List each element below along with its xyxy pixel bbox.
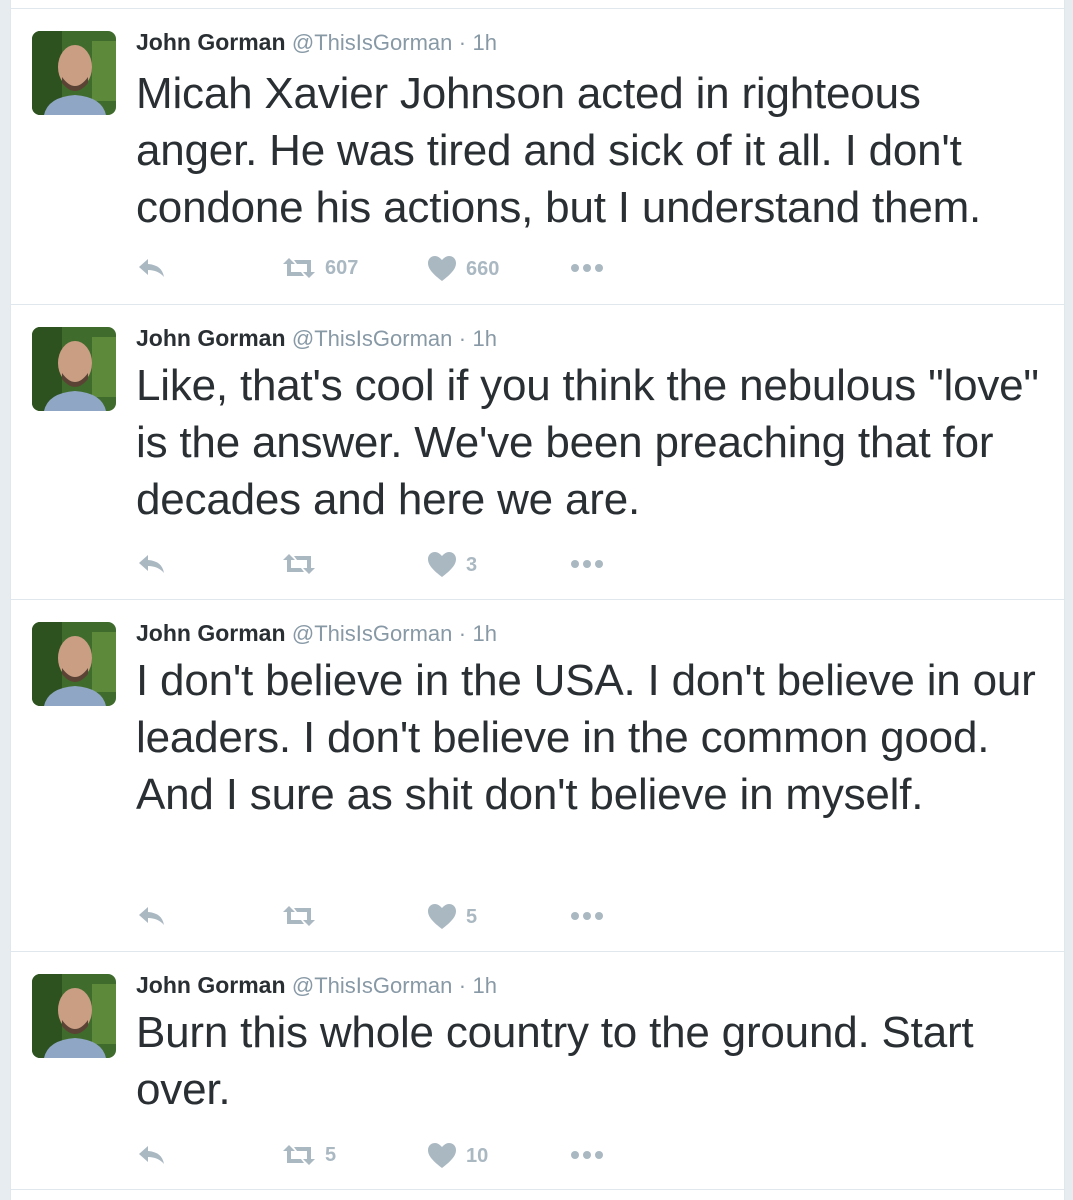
timestamp[interactable]: 1h <box>473 326 497 351</box>
more-options-button[interactable] <box>569 910 605 922</box>
author-name[interactable]: John Gorman <box>136 972 286 998</box>
tweet-text: Burn this whole country to the ground. S… <box>136 1008 974 1114</box>
retweet-icon <box>283 554 315 574</box>
reply-button[interactable] <box>136 552 168 576</box>
like-count: 5 <box>466 905 478 928</box>
reply-button[interactable] <box>136 904 168 928</box>
author-handle[interactable]: @ThisIsGorman <box>292 30 452 55</box>
tweet[interactable]: John Gorman @ThisIsGorman · 1h Like, tha… <box>11 304 1064 599</box>
more-options-icon <box>571 264 603 272</box>
timestamp[interactable]: 1h <box>473 621 497 646</box>
retweet-icon <box>283 1145 315 1165</box>
heart-icon <box>428 256 456 281</box>
tweet-header: John Gorman @ThisIsGorman · 1h <box>136 323 497 354</box>
retweet-icon <box>283 906 315 926</box>
like-button[interactable]: 10 <box>426 1142 488 1170</box>
reply-icon <box>139 1146 164 1164</box>
heart-icon <box>428 1143 456 1168</box>
like-count: 660 <box>466 257 500 280</box>
author-handle[interactable]: @ThisIsGorman <box>292 973 452 998</box>
more-options-button[interactable] <box>569 558 605 570</box>
author-name[interactable]: John Gorman <box>136 620 286 646</box>
more-options-button[interactable] <box>569 262 605 274</box>
author-handle[interactable]: @ThisIsGorman <box>292 621 452 646</box>
tweet[interactable]: John Gorman @ThisIsGorman · 1h I don't b… <box>11 599 1064 951</box>
retweet-button[interactable]: 5 <box>281 1141 336 1169</box>
like-count: 10 <box>466 1144 489 1167</box>
tweet-text: Like, that's cool if you think the nebul… <box>136 361 1039 524</box>
more-options-icon <box>571 560 603 568</box>
tweet-header: John Gorman @ThisIsGorman · 1h <box>136 970 497 1001</box>
author-name[interactable]: John Gorman <box>136 29 286 55</box>
avatar[interactable] <box>32 622 116 706</box>
heart-icon <box>428 552 456 577</box>
avatar[interactable] <box>32 31 116 115</box>
tweet[interactable]: John Gorman @ThisIsGorman · 1h Burn this… <box>11 951 1064 1190</box>
author-handle[interactable]: @ThisIsGorman <box>292 326 452 351</box>
tweet-header: John Gorman @ThisIsGorman · 1h <box>136 27 497 58</box>
more-options-icon <box>571 912 603 920</box>
retweet-count: 607 <box>325 256 359 279</box>
more-options-button[interactable] <box>569 1149 605 1161</box>
like-button[interactable]: 660 <box>426 255 499 283</box>
reply-icon <box>139 259 164 277</box>
retweet-count: 5 <box>325 1143 337 1166</box>
tweet-header: John Gorman @ThisIsGorman · 1h <box>136 618 497 649</box>
timestamp[interactable]: 1h <box>473 973 497 998</box>
author-name[interactable]: John Gorman <box>136 325 286 351</box>
like-button[interactable]: 5 <box>426 903 477 931</box>
timeline: John Gorman @ThisIsGorman · 1h Micah Xav… <box>10 0 1065 1200</box>
avatar[interactable] <box>32 974 116 1058</box>
retweet-button[interactable]: 607 <box>281 254 358 282</box>
reply-button[interactable] <box>136 256 168 280</box>
like-count: 3 <box>466 553 478 576</box>
separator: · <box>458 30 467 55</box>
retweet-icon <box>283 258 315 278</box>
more-options-icon <box>571 1151 603 1159</box>
separator: · <box>458 973 467 998</box>
tweet-text: Micah Xavier Johnson acted in righteous … <box>136 69 982 232</box>
tweet-text: I don't believe in the USA. I don't beli… <box>136 656 1036 819</box>
heart-icon <box>428 904 456 929</box>
retweet-button[interactable] <box>281 902 325 930</box>
reply-button[interactable] <box>136 1143 168 1167</box>
avatar[interactable] <box>32 327 116 411</box>
reply-icon <box>139 555 164 573</box>
retweet-button[interactable] <box>281 550 325 578</box>
separator: · <box>458 326 467 351</box>
timestamp[interactable]: 1h <box>473 30 497 55</box>
like-button[interactable]: 3 <box>426 551 477 579</box>
separator: · <box>458 621 467 646</box>
reply-icon <box>139 907 164 925</box>
tweet[interactable]: John Gorman @ThisIsGorman · 1h Micah Xav… <box>11 8 1064 304</box>
